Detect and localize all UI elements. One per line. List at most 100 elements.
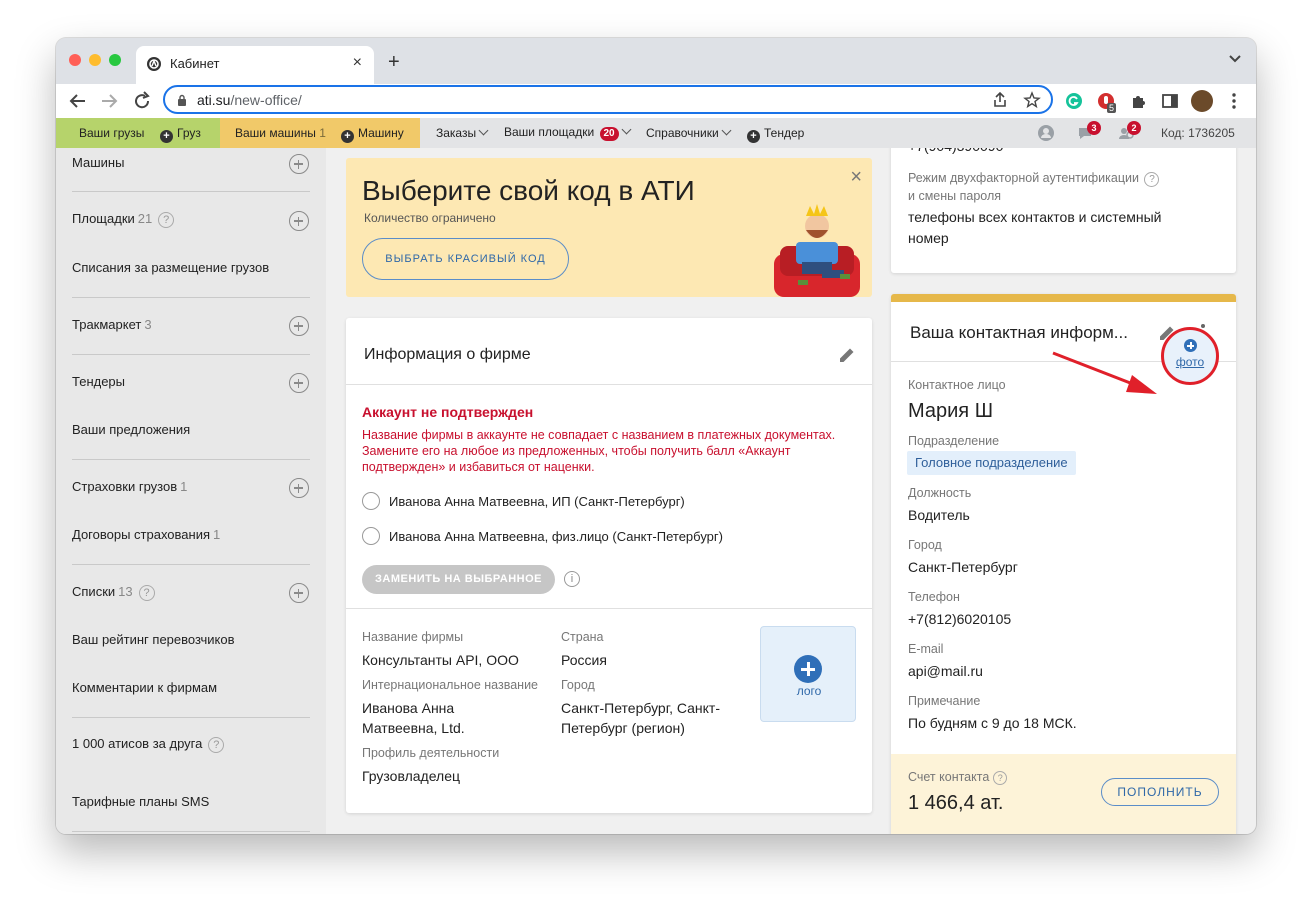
sidebar-item-offers[interactable]: Ваши предложения [72,422,190,437]
sidebar-item-label: Договоры страхования [72,527,211,542]
add-list-icon[interactable] [289,583,309,603]
tab-search-chevron-icon[interactable] [1228,52,1242,66]
new-tab-button[interactable]: + [388,51,400,74]
browser-menu-icon[interactable] [1224,91,1244,111]
sidebar-item-count: 13 [118,584,133,599]
add-machines-icon[interactable] [289,154,309,174]
sidebar-item-sms-plans[interactable]: Тарифные планы SMS [72,794,209,809]
divider [72,564,310,565]
sidebar-item-firm-comments[interactable]: Комментарии к фирмам [72,680,217,695]
address-bar[interactable]: ati.su/new-office/ [163,85,1053,114]
top-up-button[interactable]: ПОПОЛНИТЬ [1101,778,1219,806]
firm-option-radio[interactable] [362,492,380,510]
twofa-label-text: Режим двухфакторной аутентификации [908,171,1139,185]
extensions-puzzle-icon[interactable] [1129,91,1149,111]
user-search-icon[interactable] [1036,123,1056,143]
contact-info-card: Ваша контактная информ... Контактное лиц… [891,294,1236,834]
firm-option-radio[interactable] [362,527,380,545]
sidebar-item-count: 21 [137,211,153,226]
phone-partial: +7(904)390090 [908,148,1003,156]
country-label: Страна [561,630,604,644]
my-cargo-link[interactable]: Ваши грузы [79,126,144,140]
share-icon[interactable] [991,91,1009,109]
sidebar-item-referral[interactable]: 1 000 атисов за друга? [72,736,225,753]
close-window-button[interactable] [69,54,81,66]
tab-title: Кабинет [170,56,220,71]
references-menu[interactable]: Справочники [646,125,732,140]
site-navbar: Ваши грузы + Груз Ваши машины 1 + Машину З… [56,118,1256,148]
sidebar-item-cargo-insurance[interactable]: Страховки грузов 1 [72,479,187,494]
orders-menu[interactable]: Заказы [436,125,489,140]
email-value: api@mail.ru [908,663,983,679]
sidebar-item-tenders[interactable]: Тендеры [72,374,125,389]
my-trucks-count: 1 [319,126,326,140]
sidebar-item-label: Списки [72,584,116,599]
grammarly-extension-icon[interactable] [1064,91,1084,111]
help-icon[interactable]: ? [208,737,225,753]
replace-selected-button[interactable]: ЗАМЕНИТЬ НА ВЫБРАННОЕ [362,565,555,594]
tender-button[interactable]: + Тендер [747,126,804,143]
contact-person-label: Контактное лицо [908,378,1006,392]
profile-avatar[interactable] [1191,90,1213,112]
phone-value: +7(812)6020105 [908,611,1012,627]
firm-option-label[interactable]: Иванова Анна Матвеевна, физ.лицо (Санкт-… [389,529,723,544]
adblock-extension-icon[interactable]: 5 [1096,91,1118,113]
minimize-window-button[interactable] [89,54,101,66]
add-truckmarket-icon[interactable] [289,316,309,336]
sidebar-item-insurance-contracts[interactable]: Договоры страхования 1 [72,527,220,542]
sidebar-item-label: Площадки [72,211,135,226]
divider [72,354,310,355]
add-cargo-button[interactable]: + Груз [160,126,201,143]
security-card: +7(904)390090 Режим двухфакторной аутент… [891,148,1236,273]
help-icon[interactable]: ? [993,771,1008,785]
sidebar-item-carrier-rating[interactable]: Ваш рейтинг перевозчиков [72,632,235,647]
close-icon[interactable]: × [850,166,862,189]
department-tag[interactable]: Головное подразделение [907,451,1076,475]
help-icon[interactable]: ? [138,585,155,601]
add-platforms-icon[interactable] [289,211,309,231]
lock-icon[interactable] [177,94,187,106]
position-value: Водитель [908,507,970,523]
back-icon[interactable] [67,90,89,112]
sidebar-item-truckmarket[interactable]: Тракмаркет 3 [72,317,152,332]
add-truck-label: Машину [358,126,404,140]
plus-icon: + [160,130,173,143]
sidebar-item-platforms[interactable]: Площадки 21? [72,211,175,228]
orders-label: Заказы [436,126,477,140]
help-icon[interactable]: ? [158,212,175,228]
sidebar-item-cargo-charges[interactable]: Списания за размещение грузов [72,260,269,275]
divider [72,297,310,298]
info-icon[interactable]: i [564,571,580,587]
edit-pencil-icon[interactable] [838,346,856,364]
forward-icon[interactable] [98,90,120,112]
platforms-menu[interactable]: Ваши площадки 20 [504,124,632,141]
choose-code-button[interactable]: ВЫБРАТЬ КРАСИВЫЙ КОД [362,238,569,280]
add-tender-icon[interactable] [289,373,309,393]
sidebar-item-label: Тракмаркет [72,317,142,332]
upload-logo-button[interactable]: лого [760,626,856,722]
my-trucks-link[interactable]: Ваши машины 1 [235,126,326,140]
tab-close-icon[interactable]: × [353,54,362,72]
bookmark-star-icon[interactable] [1023,91,1041,109]
add-insurance-icon[interactable] [289,478,309,498]
upload-photo-button[interactable]: фото [1161,327,1219,385]
platforms-badge: 20 [599,127,619,141]
firm-option-label[interactable]: Иванова Анна Матвеевна, ИП (Санкт-Петерб… [389,494,685,509]
browser-tab[interactable]: Кабинет × [136,46,374,84]
site-favicon-icon [147,57,161,71]
side-panel-icon[interactable] [1160,91,1180,111]
reload-icon[interactable] [131,90,153,112]
king-character-illustration [774,204,860,297]
add-truck-button[interactable]: + Машину [341,126,404,143]
sidebar-item-lists[interactable]: Списки 13? [72,584,155,601]
sidebar-item-machines[interactable]: Машины [72,155,124,170]
firm-name-label: Название фирмы [362,630,464,644]
account-label: Счет контакта? [908,770,1008,785]
divider [72,191,310,192]
help-icon[interactable]: ? [1144,172,1160,187]
maximize-window-button[interactable] [109,54,121,66]
sidebar: Машины Площадки 21? Списания за размещени… [56,148,326,834]
browser-toolbar: ati.su/new-office/ 5 [56,84,1256,118]
note-value: По будням с 9 до 18 МСК. [908,715,1077,731]
photo-label: фото [1175,355,1205,369]
